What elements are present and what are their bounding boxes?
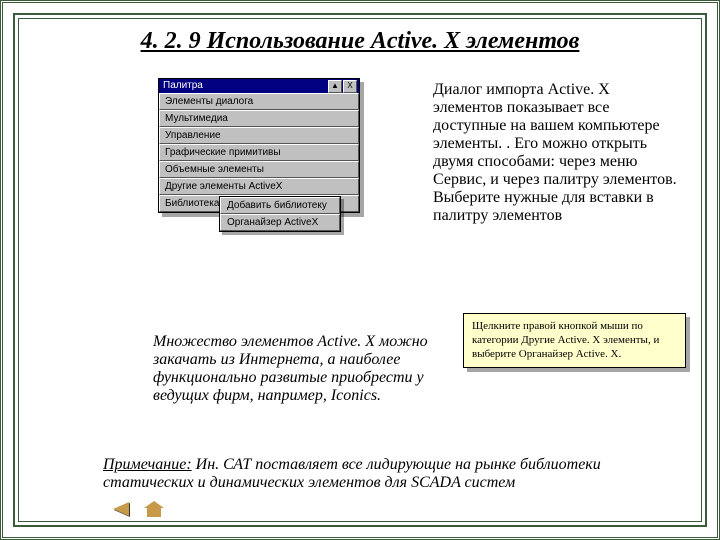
palette-close-button[interactable]: X — [343, 80, 357, 93]
palette-item[interactable]: Другие элементы ActiveX — [159, 178, 359, 195]
download-note: Множество элементов Active. X можно зака… — [153, 333, 453, 405]
home-icon[interactable] — [147, 508, 161, 517]
palette-item[interactable]: Элементы диалога — [159, 93, 359, 110]
tip-callout: Щелкните правой кнопкой мыши по категори… — [463, 313, 686, 368]
palette-item[interactable]: Графические примитивы — [159, 144, 359, 161]
explanation-text: Диалог импорта Active. X элементов показ… — [433, 81, 683, 225]
footnote-label: Примечание: — [103, 456, 192, 473]
context-menu: Добавить библиотеку Органайзер ActiveX — [219, 196, 341, 232]
palette-item[interactable]: Мультимедиа — [159, 110, 359, 127]
context-menu-item[interactable]: Добавить библиотеку — [220, 197, 340, 214]
context-menu-item[interactable]: Органайзер ActiveX — [220, 214, 340, 231]
palette-window: Палитра ▲ X Элементы диалога Мультимедиа… — [158, 78, 360, 213]
palette-title-text: Палитра — [163, 80, 203, 91]
palette-rollup-button[interactable]: ▲ — [328, 80, 342, 93]
prev-arrow-icon[interactable] — [113, 502, 129, 516]
page-title: 4. 2. 9 Использование Active. X элементо… — [3, 28, 717, 55]
palette-item[interactable]: Управление — [159, 127, 359, 144]
palette-titlebar[interactable]: Палитра ▲ X — [159, 79, 359, 93]
footnote: Примечание: Ин. САТ поставляет все лидир… — [103, 456, 687, 492]
palette-item[interactable]: Объемные элементы — [159, 161, 359, 178]
